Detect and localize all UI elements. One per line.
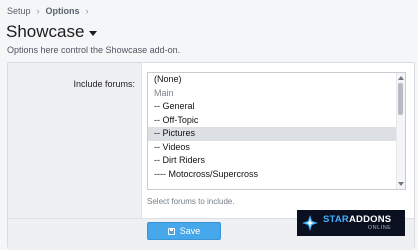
scrollbar-thumb[interactable] — [398, 83, 403, 115]
watermark-text: STARADDONS ONLINE — [323, 215, 391, 231]
forum-option[interactable]: -- Videos — [148, 141, 405, 155]
forum-option[interactable]: ---- Motocross/Supercross — [148, 168, 405, 182]
forum-option[interactable]: -- General — [148, 100, 405, 114]
chevron-right-icon: › — [36, 6, 40, 16]
star-logo-icon — [302, 215, 318, 231]
forum-option[interactable]: -- Pictures — [148, 127, 405, 141]
save-button[interactable]: Save — [147, 222, 221, 240]
watermark-star-text: STAR — [323, 214, 349, 225]
page-description: Options here control the Showcase add-on… — [7, 45, 181, 55]
watermark-addons-text: ADDONS — [348, 214, 392, 225]
include-forums-hint: Select forums to include. — [147, 197, 235, 206]
watermark-online-text: ONLINE — [367, 224, 392, 231]
listbox-scrollbar[interactable] — [396, 73, 405, 189]
caret-down-icon[interactable] — [89, 30, 98, 36]
forum-option[interactable]: -- Dirt Riders — [148, 154, 405, 168]
forum-option[interactable]: -- Off-Topic — [148, 114, 405, 128]
include-forums-listbox[interactable]: (None) Main -- General -- Off-Topic -- Pictu… — [147, 72, 406, 190]
breadcrumb: Setup › Options › — [7, 6, 95, 16]
page-title-text: Showcase — [6, 22, 85, 41]
label-column: Include forums: — [8, 63, 142, 218]
include-forums-label: Include forums: — [73, 79, 135, 89]
forum-option[interactable]: (None) — [148, 73, 405, 87]
scroll-down-arrow-icon[interactable] — [398, 182, 404, 186]
save-button-label: Save — [179, 226, 201, 236]
save-disk-icon — [167, 227, 175, 235]
breadcrumb-setup-link[interactable]: Setup — [7, 6, 31, 16]
scroll-up-arrow-icon[interactable] — [398, 76, 404, 80]
forum-option[interactable]: Main — [148, 87, 405, 101]
chevron-right-icon: › — [85, 6, 89, 16]
page-title[interactable]: Showcase — [6, 22, 98, 42]
staraddons-watermark-logo: STARADDONS ONLINE — [297, 210, 405, 236]
breadcrumb-options-link[interactable]: Options — [46, 6, 80, 16]
